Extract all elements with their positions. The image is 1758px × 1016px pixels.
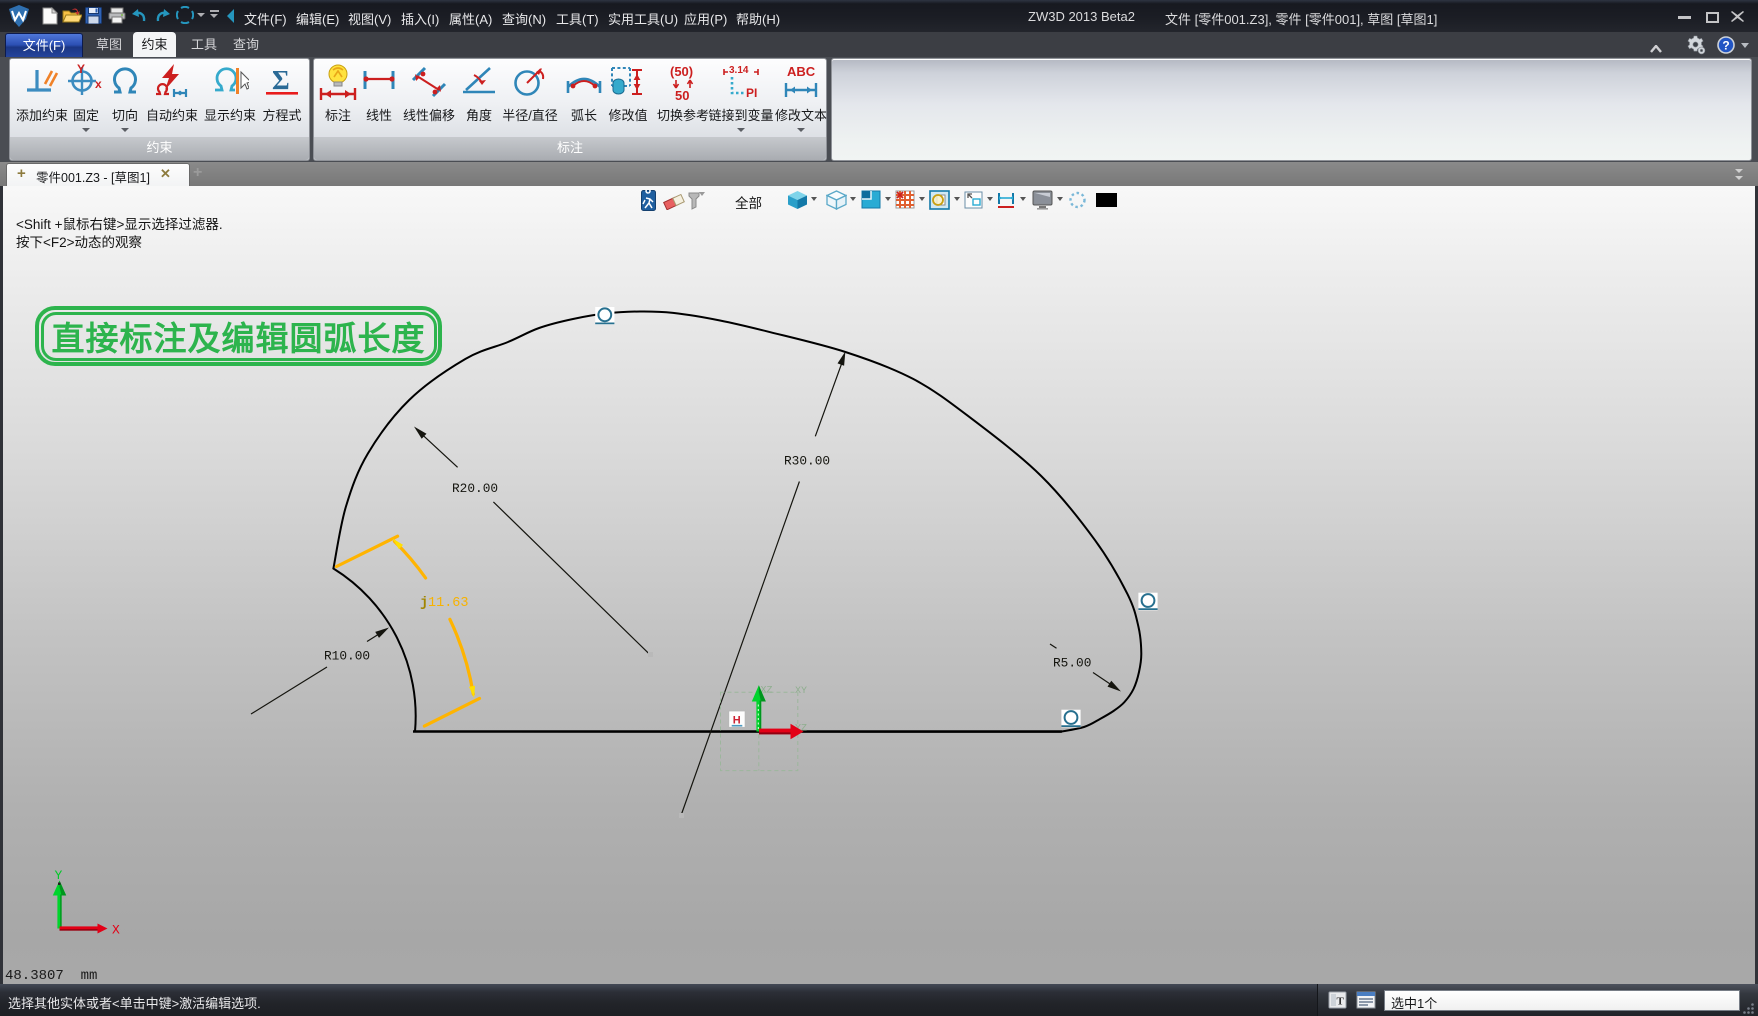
svg-text:11.63: 11.63: [428, 596, 469, 611]
svg-text:X: X: [112, 923, 120, 938]
svg-text:R5.00: R5.00: [1053, 656, 1091, 671]
svg-text:H: H: [733, 715, 741, 727]
svg-text:XY: XY: [795, 686, 807, 697]
svg-text:R30.00: R30.00: [784, 454, 830, 469]
svg-text:R10.00: R10.00: [324, 649, 370, 664]
svg-text:j: j: [420, 596, 428, 611]
svg-text:R20.00: R20.00: [452, 481, 498, 496]
svg-text:Y: Y: [55, 868, 63, 883]
